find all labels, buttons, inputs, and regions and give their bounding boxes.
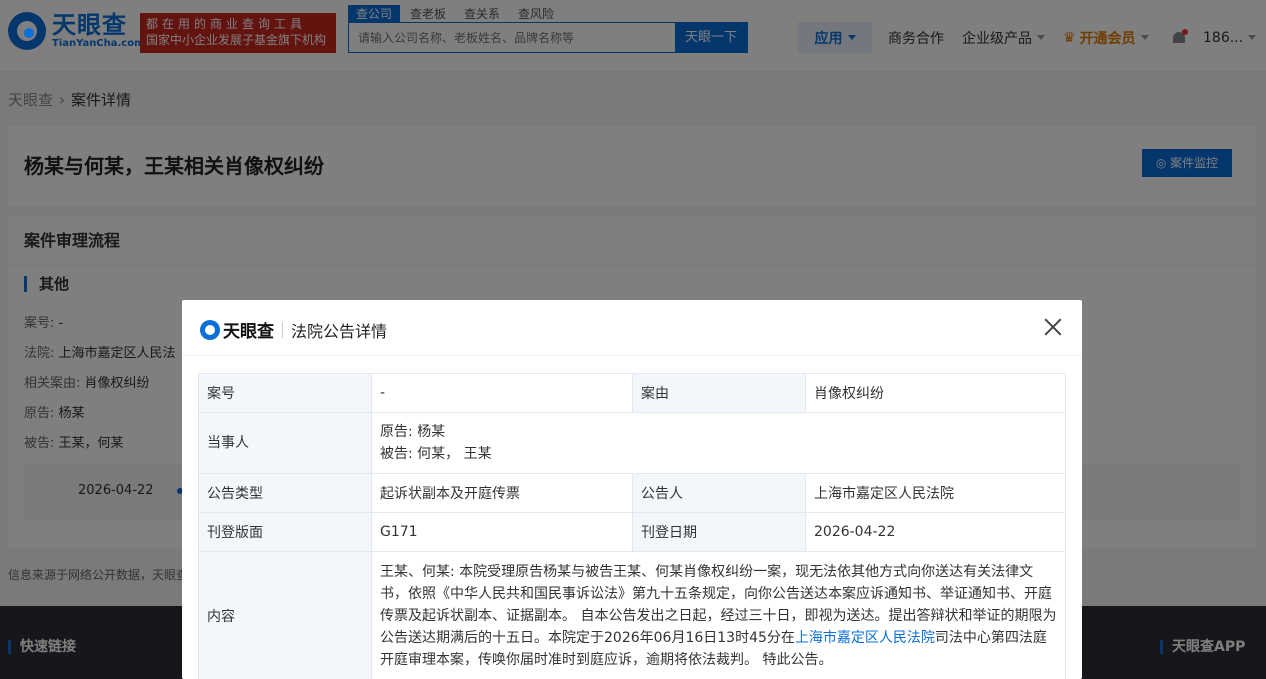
court-notice-modal: 天眼查 法院公告详情 案号 - 案由 肖像权纠纷 当事人 原告: 杨某 被告: … [182,300,1082,679]
close-icon[interactable] [1044,318,1062,336]
table-row: 案号 - 案由 肖像权纠纷 [198,373,1066,413]
party-plaintiff: 原告: 杨某 [380,424,446,440]
value-announcer: 上海市嘉定区人民法院 [805,473,1066,513]
modal-title-bar: 天眼查 法院公告详情 [200,317,387,342]
key-case-no: 案号 [198,373,372,413]
table-row: 刊登版面 G171 刊登日期 2026-04-22 [198,512,1066,552]
value-type: 起诉状副本及开庭传票 [371,473,633,513]
key-announcer: 公告人 [632,473,806,513]
key-content: 内容 [198,551,372,679]
divider [282,321,283,338]
value-content: 王某、何某: 本院受理原告杨某与被告王某、何某肖像权纠纷一案，现无法依其他方式向… [371,551,1066,679]
value-page: G171 [371,512,633,552]
logo-eye-icon [200,319,220,340]
key-parties: 当事人 [198,412,372,474]
table-row: 内容 王某、何某: 本院受理原告杨某与被告王某、何某肖像权纠纷一案，现无法依其他… [198,551,1066,679]
key-cause: 案由 [632,373,806,413]
key-page: 刊登版面 [198,512,372,552]
content-text: 王某、何某: 本院受理原告杨某与被告王某、何某肖像权纠纷一案，现无法依其他方式向… [380,553,1057,679]
notice-detail-table: 案号 - 案由 肖像权纠纷 当事人 原告: 杨某 被告: 何某， 王某 公告类型… [198,373,1066,679]
modal-logo-text: 天眼查 [223,322,274,342]
modal-title: 法院公告详情 [291,321,388,341]
value-case-no: - [371,373,633,413]
value-cause: 肖像权纠纷 [805,373,1066,413]
modal-header: 天眼查 法院公告详情 [182,300,1082,356]
value-date: 2026-04-22 [805,512,1066,552]
court-link[interactable]: 上海市嘉定区人民法院 [795,630,935,646]
party-defendant: 被告: 何某， 王某 [380,446,492,462]
table-row: 当事人 原告: 杨某 被告: 何某， 王某 [198,412,1066,474]
key-date: 刊登日期 [632,512,806,552]
value-parties: 原告: 杨某 被告: 何某， 王某 [371,412,1066,474]
key-type: 公告类型 [198,473,372,513]
table-row: 公告类型 起诉状副本及开庭传票 公告人 上海市嘉定区人民法院 [198,473,1066,513]
